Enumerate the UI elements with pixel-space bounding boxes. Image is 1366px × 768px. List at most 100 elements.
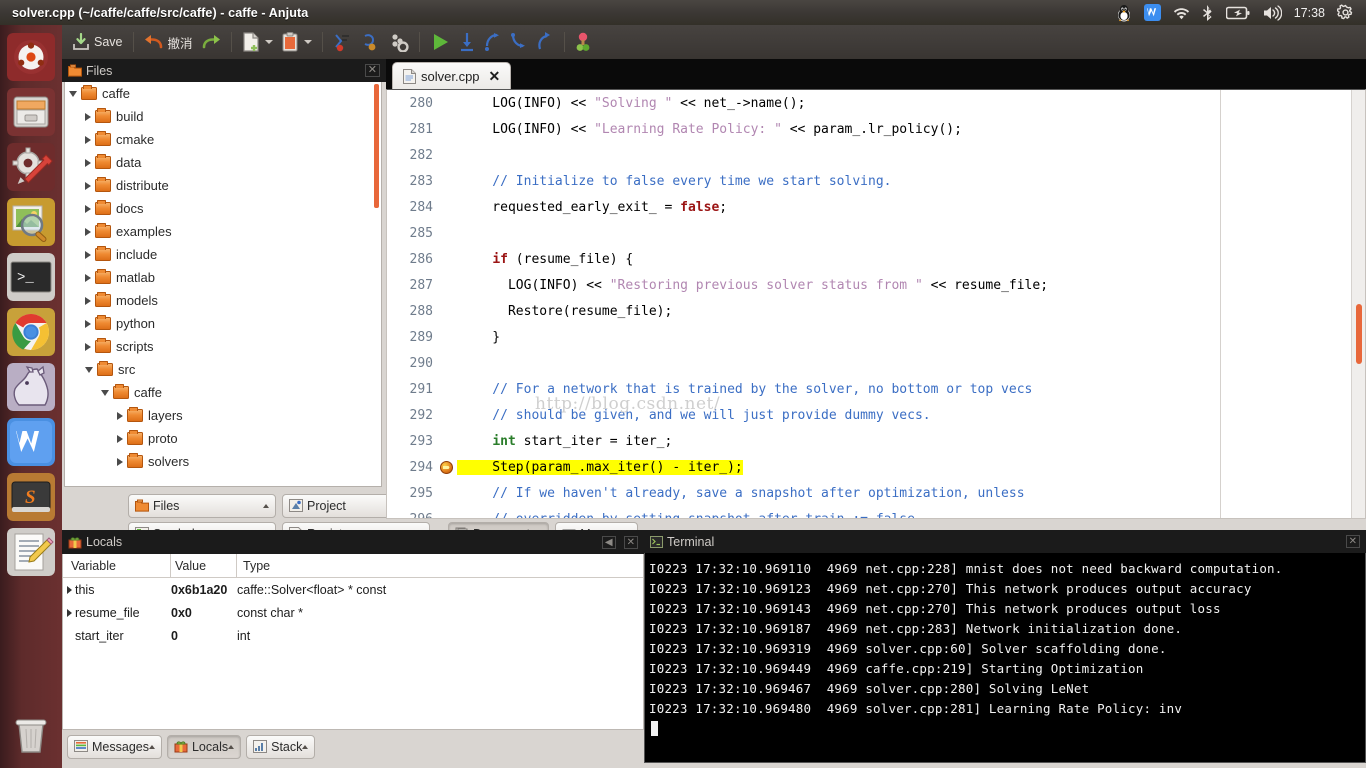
chevron-right-icon[interactable] — [117, 412, 123, 420]
code-line[interactable]: 285 — [387, 220, 1365, 246]
tree-item[interactable]: solvers — [65, 450, 381, 473]
save-button[interactable]: Save — [68, 27, 127, 57]
tree-item[interactable]: examples — [65, 220, 381, 243]
toggle-breakpoint-button[interactable] — [571, 27, 595, 57]
battery-icon[interactable] — [1226, 6, 1250, 20]
attach-debugger-button[interactable] — [329, 27, 357, 57]
locals-row[interactable]: resume_file0x0const char * — [63, 601, 643, 624]
code-line[interactable]: 294 Step(param_.max_iter() - iter_); — [387, 454, 1365, 480]
launcher-item-terminal-app[interactable]: >_ — [7, 253, 55, 301]
code-line[interactable]: 283 // Initialize to false every time we… — [387, 168, 1365, 194]
chevron-right-icon[interactable] — [85, 159, 91, 167]
run-button[interactable] — [426, 27, 454, 57]
launcher-item-system-settings[interactable] — [7, 143, 55, 191]
clock[interactable]: 17:38 — [1294, 6, 1325, 20]
redo-button[interactable] — [197, 27, 225, 57]
new-file-button[interactable] — [238, 27, 277, 57]
launcher-item-wiznote-app[interactable] — [7, 418, 55, 466]
terminal-output[interactable]: I0223 17:32:10.969110 4969 net.cpp:228] … — [644, 553, 1366, 763]
panel-button-files[interactable]: Files — [128, 494, 276, 518]
tree-item[interactable]: src — [65, 358, 381, 381]
tree-item[interactable]: caffe — [65, 381, 381, 404]
step-over-button[interactable] — [480, 27, 506, 57]
chevron-right-icon[interactable] — [85, 113, 91, 121]
chevron-down-icon[interactable] — [265, 40, 273, 44]
file-tree-scrollbar[interactable] — [374, 84, 379, 208]
file-tree[interactable]: caffebuildcmakedatadistributedocsexample… — [64, 82, 382, 487]
code-line[interactable]: 286 if (resume_file) { — [387, 246, 1365, 272]
editor-tab-solver-cpp[interactable]: solver.cpp ✕ — [392, 62, 511, 89]
minimize-icon[interactable]: ◀ — [602, 536, 616, 549]
code-scrollbar-thumb[interactable] — [1356, 304, 1362, 364]
panel-button-locals[interactable]: Locals — [167, 735, 241, 759]
code-line[interactable]: 293 int start_iter = iter_; — [387, 428, 1365, 454]
tree-item[interactable]: distribute — [65, 174, 381, 197]
chevron-right-icon[interactable] — [85, 274, 91, 282]
tree-item[interactable]: proto — [65, 427, 381, 450]
locals-row[interactable]: start_iter0int — [63, 624, 643, 647]
chevron-up-icon[interactable] — [263, 504, 269, 508]
editor-gutter[interactable] — [435, 461, 457, 474]
code-line[interactable]: 288 Restore(resume_file); — [387, 298, 1365, 324]
gear-icon[interactable] — [1337, 4, 1354, 21]
chevron-right-icon[interactable] — [85, 251, 91, 259]
locals-table[interactable]: Variable Value Type this0x6b1a20caffe::S… — [62, 554, 644, 730]
tree-item[interactable]: caffe — [65, 82, 381, 105]
close-icon[interactable]: ✕ — [489, 68, 501, 85]
chevron-down-icon[interactable] — [304, 40, 312, 44]
code-line[interactable]: 284 requested_early_exit_ = false; — [387, 194, 1365, 220]
chevron-right-icon[interactable] — [117, 435, 123, 443]
panel-button-messages[interactable]: Messages — [67, 735, 162, 759]
chevron-up-icon[interactable] — [149, 745, 155, 749]
step-out-button[interactable] — [506, 27, 532, 57]
close-icon[interactable]: ✕ — [624, 536, 638, 549]
tux-icon[interactable] — [1116, 4, 1132, 22]
launcher-item-trash[interactable] — [7, 710, 55, 758]
run-to-cursor-button[interactable] — [532, 27, 558, 57]
chevron-down-icon[interactable] — [69, 91, 77, 97]
launcher-item-text-editor[interactable] — [7, 528, 55, 576]
step-into-button[interactable] — [454, 27, 480, 57]
close-icon[interactable]: ✕ — [365, 64, 380, 77]
code-line[interactable]: 281 LOG(INFO) << "Learning Rate Policy: … — [387, 116, 1365, 142]
code-line[interactable]: 280 LOG(INFO) << "Solving " << net_->nam… — [387, 90, 1365, 116]
code-line[interactable]: 292 // should be given, and we will just… — [387, 402, 1365, 428]
chevron-right-icon[interactable] — [117, 458, 123, 466]
locals-row[interactable]: this0x6b1a20caffe::Solver<float> * const — [63, 578, 643, 601]
tree-item[interactable]: docs — [65, 197, 381, 220]
chevron-right-icon[interactable] — [85, 320, 91, 328]
tree-item[interactable]: data — [65, 151, 381, 174]
undo-button[interactable]: 撤消 — [140, 27, 197, 57]
volume-icon[interactable] — [1262, 5, 1282, 21]
code-line[interactable]: 282 — [387, 142, 1365, 168]
launcher-item-image-viewer[interactable] — [7, 198, 55, 246]
chevron-right-icon[interactable] — [85, 297, 91, 305]
tree-item[interactable]: layers — [65, 404, 381, 427]
chevron-up-icon[interactable] — [302, 745, 308, 749]
chevron-down-icon[interactable] — [101, 390, 109, 396]
tree-item[interactable]: matlab — [65, 266, 381, 289]
paste-button[interactable] — [277, 27, 316, 57]
tree-item[interactable]: include — [65, 243, 381, 266]
code-line[interactable]: 296 // overridden by setting snapshot_af… — [387, 506, 1365, 519]
close-icon[interactable]: ✕ — [1346, 535, 1360, 548]
code-line[interactable]: 291 // For a network that is trained by … — [387, 376, 1365, 402]
detach-debugger-button[interactable] — [357, 27, 385, 57]
chevron-right-icon[interactable] — [63, 609, 75, 617]
chevron-right-icon[interactable] — [85, 205, 91, 213]
tree-item[interactable]: cmake — [65, 128, 381, 151]
chevron-right-icon[interactable] — [85, 136, 91, 144]
chevron-right-icon[interactable] — [63, 586, 75, 594]
code-line[interactable]: 289 } — [387, 324, 1365, 350]
chevron-right-icon[interactable] — [85, 228, 91, 236]
bluetooth-icon[interactable] — [1202, 4, 1214, 21]
code-line[interactable]: 295 // If we haven't already, save a sna… — [387, 480, 1365, 506]
chevron-up-icon[interactable] — [228, 745, 234, 749]
launcher-item-anjuta-ide[interactable] — [7, 363, 55, 411]
wiznote-icon[interactable] — [1144, 4, 1161, 21]
tree-item[interactable]: build — [65, 105, 381, 128]
code-line[interactable]: 287 LOG(INFO) << "Restoring previous sol… — [387, 272, 1365, 298]
chevron-right-icon[interactable] — [85, 343, 91, 351]
launcher-item-ubuntu-dash[interactable] — [7, 33, 55, 81]
wifi-icon[interactable] — [1173, 6, 1190, 20]
